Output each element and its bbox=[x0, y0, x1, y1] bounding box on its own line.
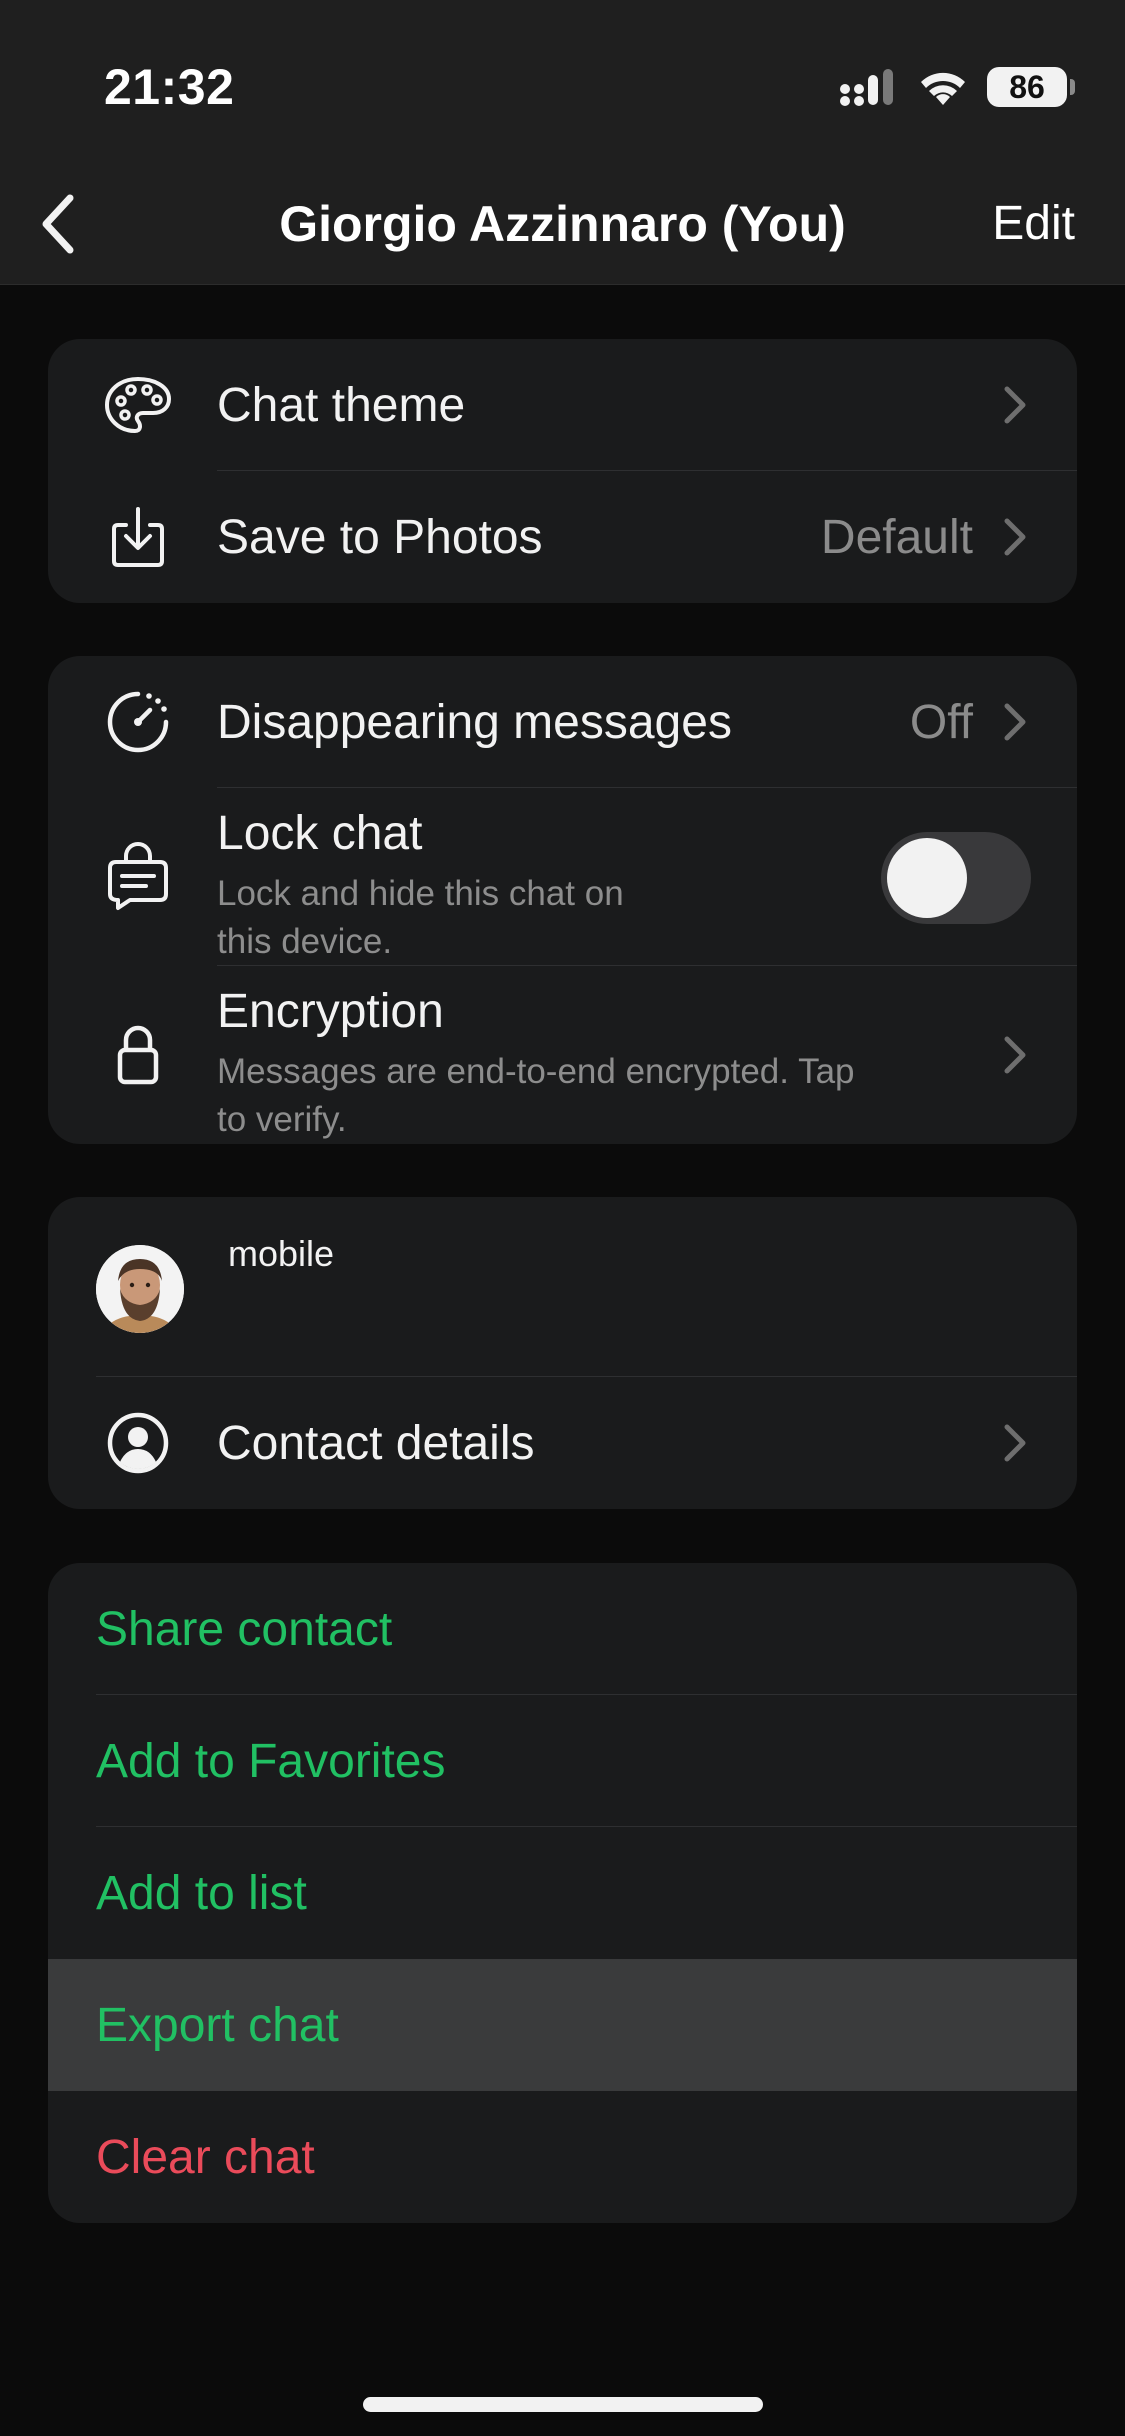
avatar bbox=[96, 1245, 184, 1333]
save-to-photos-row[interactable]: Save to Photos Default bbox=[48, 471, 1077, 603]
encryption-description: Messages are end-to-end encrypted. Tap bbox=[217, 1052, 855, 1091]
actions-group: Share contact Add to Favorites Add to li… bbox=[48, 1563, 1077, 2223]
contact-details-row[interactable]: Contact details bbox=[48, 1377, 1077, 1509]
disappearing-messages-label: Disappearing messages bbox=[217, 695, 732, 749]
status-bar: 21:32 86 bbox=[0, 0, 1125, 180]
chevron-right-icon bbox=[1003, 517, 1033, 557]
toggle-knob bbox=[887, 838, 967, 918]
export-chat-button[interactable]: Export chat bbox=[48, 1959, 1077, 2091]
add-to-list-button[interactable]: Add to list bbox=[48, 1827, 1077, 1959]
lock-chat-toggle[interactable] bbox=[881, 832, 1031, 924]
chevron-right-icon bbox=[1003, 385, 1033, 425]
disappearing-messages-row[interactable]: Disappearing messages Off bbox=[48, 656, 1077, 788]
save-to-photos-value: Default bbox=[820, 510, 973, 564]
nav-bar: Giorgio Azzinnaro (You) Edit bbox=[0, 180, 1125, 285]
encryption-description-2: to verify. bbox=[217, 1100, 347, 1139]
home-indicator[interactable] bbox=[363, 2397, 763, 2412]
add-to-list-label: Add to list bbox=[96, 1866, 307, 1920]
chevron-right-icon bbox=[1003, 1035, 1033, 1075]
lock-chat-description: Lock and hide this chat on bbox=[217, 874, 624, 913]
lock-chat-row: Lock chat Lock and hide this chat on thi… bbox=[48, 788, 1077, 966]
chat-theme-label: Chat theme bbox=[217, 378, 466, 432]
wifi-icon bbox=[921, 72, 965, 105]
export-chat-label: Export chat bbox=[96, 1998, 339, 2052]
privacy-group: Disappearing messages Off Lock chat Lock… bbox=[48, 656, 1077, 1144]
clear-chat-button[interactable]: Clear chat bbox=[48, 2091, 1077, 2223]
chat-theme-row[interactable]: Chat theme bbox=[48, 339, 1077, 471]
chevron-right-icon bbox=[1003, 1423, 1033, 1463]
disappearing-messages-value: Off bbox=[909, 695, 973, 749]
encryption-row[interactable]: Encryption Messages are end-to-end encry… bbox=[48, 966, 1077, 1144]
save-to-photos-label: Save to Photos bbox=[217, 510, 543, 564]
contact-details-label: Contact details bbox=[217, 1416, 535, 1470]
padlock-icon bbox=[98, 1014, 178, 1094]
cellular-signal-icon bbox=[840, 69, 893, 106]
person-circle-icon bbox=[98, 1403, 178, 1483]
timer-icon bbox=[98, 682, 178, 762]
lock-chat-description-2: this device. bbox=[217, 922, 393, 961]
phone-label: mobile bbox=[228, 1233, 335, 1274]
contact-group: mobile Contact details bbox=[48, 1197, 1077, 1509]
lock-chat-icon bbox=[98, 836, 178, 916]
encryption-label: Encryption bbox=[217, 985, 444, 1038]
lock-chat-label: Lock chat bbox=[217, 807, 423, 860]
clear-chat-label: Clear chat bbox=[96, 2130, 315, 2184]
share-contact-button[interactable]: Share contact bbox=[48, 1563, 1077, 1695]
status-icons: 86 bbox=[839, 62, 1075, 112]
add-to-favorites-button[interactable]: Add to Favorites bbox=[48, 1695, 1077, 1827]
page-title: Giorgio Azzinnaro (You) bbox=[279, 196, 846, 252]
status-time: 21:32 bbox=[104, 59, 235, 115]
edit-button[interactable]: Edit bbox=[992, 184, 1075, 264]
save-download-icon bbox=[98, 497, 178, 577]
add-to-favorites-label: Add to Favorites bbox=[96, 1734, 446, 1788]
chat-settings-group: Chat theme Save to Photos Default bbox=[48, 339, 1077, 603]
chevron-right-icon bbox=[1003, 702, 1033, 742]
phone-row[interactable]: mobile bbox=[48, 1197, 1077, 1377]
share-contact-label: Share contact bbox=[96, 1602, 393, 1656]
battery-indicator: 86 bbox=[987, 67, 1075, 107]
palette-icon bbox=[98, 365, 178, 445]
